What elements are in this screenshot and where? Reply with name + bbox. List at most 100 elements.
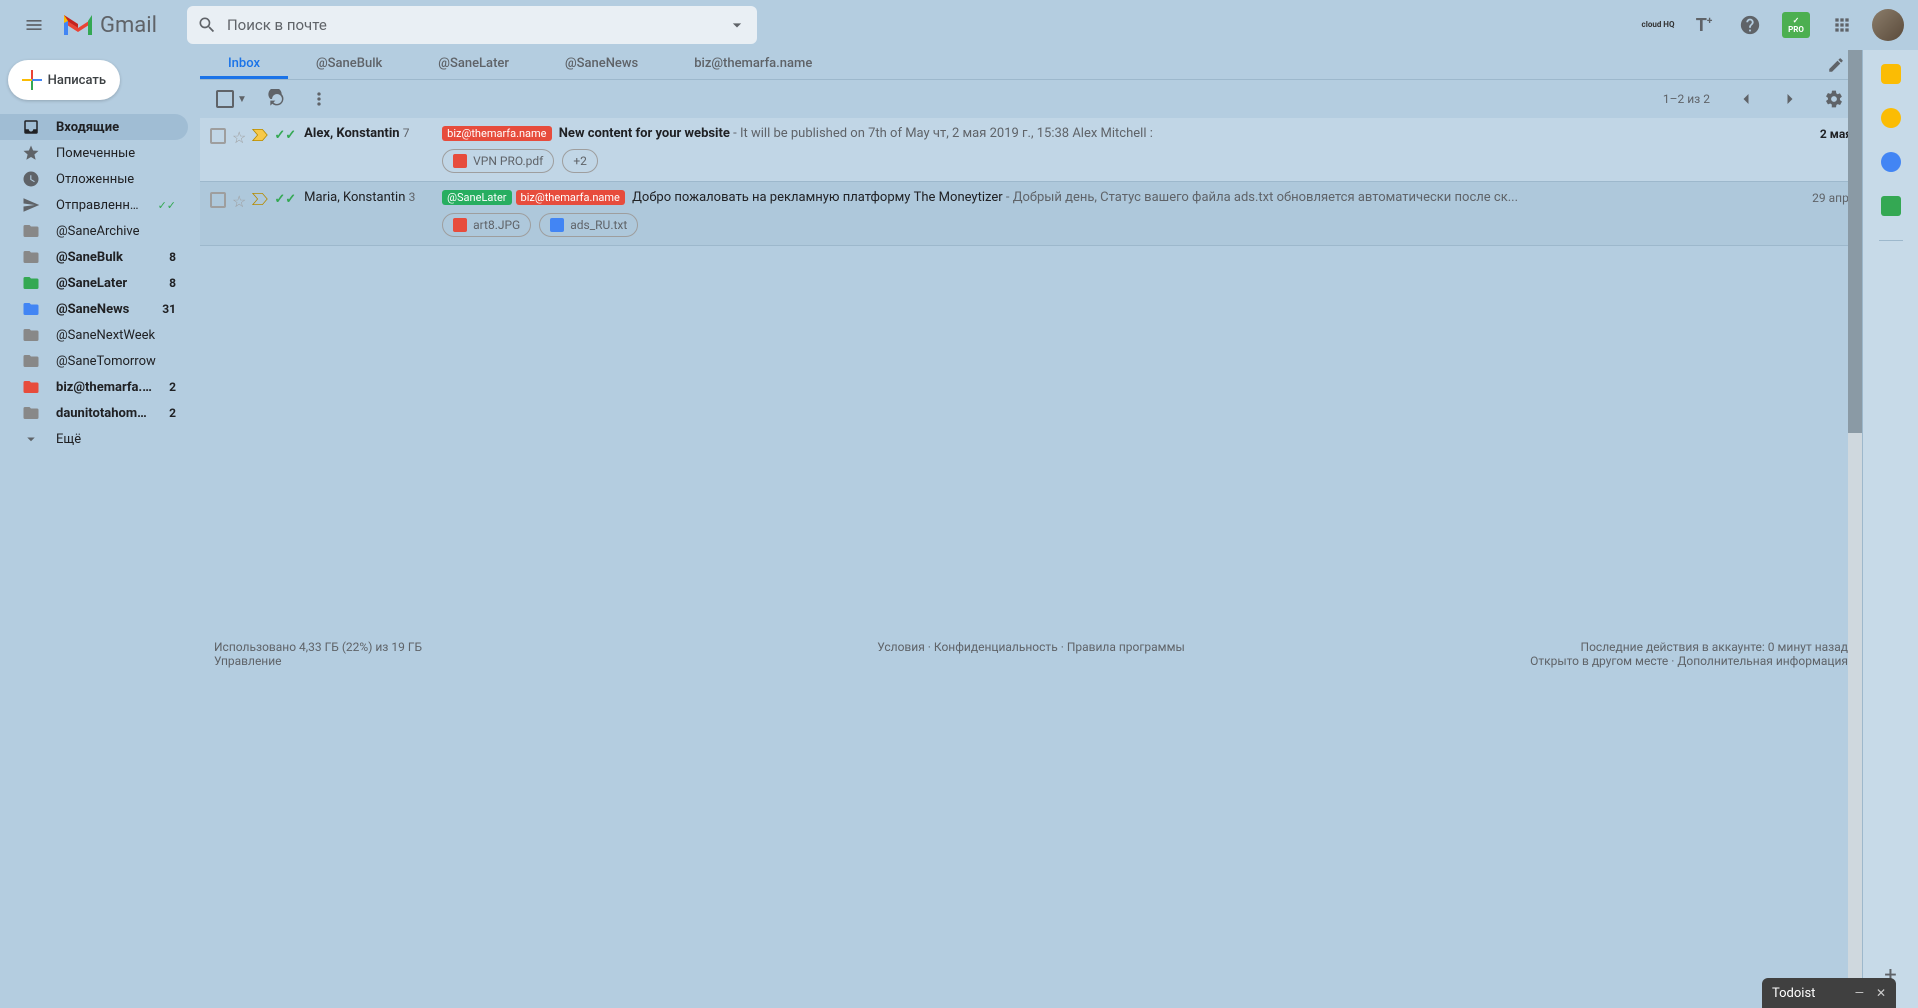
main-menu-button[interactable]	[10, 1, 58, 49]
sidebar-label: Отложенные	[56, 172, 176, 187]
sidebar-item-помеченные[interactable]: Помеченные	[0, 140, 188, 166]
tab-inbox[interactable]: Inbox	[200, 50, 288, 79]
attachments-row: art8.JPG ads_RU.txt	[442, 213, 1852, 237]
header: Gmail cloud HQ T+ ✓PRO	[0, 0, 1918, 50]
email-row[interactable]: ☆✓✓Maria, Konstantin 3@SaneLaterbiz@them…	[200, 182, 1862, 246]
gmail-m-icon	[62, 13, 94, 37]
text-format-button[interactable]: T+	[1684, 5, 1724, 45]
sidebar-item--sanenextweek[interactable]: @SaneNextWeek	[0, 322, 188, 348]
details-link[interactable]: Дополнительная информация	[1677, 654, 1848, 668]
sidebar-item-biz-themarfa-name[interactable]: biz@themarfa.name2	[0, 374, 188, 400]
sidebar-item-daunitotahomas-m---[interactable]: daunitotahomas@m...2	[0, 400, 188, 426]
attachment-name: ads_RU.txt	[570, 218, 627, 232]
label-chip[interactable]: biz@themarfa.name	[442, 126, 551, 141]
attachment-chip[interactable]: ads_RU.txt	[539, 213, 638, 237]
calendar-addon[interactable]	[1881, 64, 1901, 84]
keep-addon[interactable]	[1881, 108, 1901, 128]
attachment-chip[interactable]: +2	[562, 149, 598, 173]
attachments-row: VPN PRO.pdf +2	[442, 149, 1852, 173]
search-box[interactable]	[187, 6, 757, 44]
send-icon	[22, 196, 40, 214]
apps-grid-icon	[1832, 15, 1852, 35]
sidebar-item--sanelater[interactable]: @SaneLater8	[0, 270, 188, 296]
account-avatar[interactable]	[1868, 5, 1908, 45]
search-icon	[197, 15, 217, 35]
more-button[interactable]	[301, 81, 337, 117]
prev-page-button[interactable]	[1728, 81, 1764, 117]
addon-4[interactable]	[1881, 196, 1901, 216]
sidebar-item-отправленные[interactable]: Отправленные✓✓	[0, 192, 188, 218]
refresh-button[interactable]	[259, 81, 295, 117]
email-content: biz@themarfa.name New content for your w…	[442, 126, 1810, 141]
sidebar-label: Ещё	[56, 432, 176, 447]
tab-biz-themarfa-name[interactable]: biz@themarfa.name	[666, 50, 840, 79]
label-chip[interactable]: @SaneLater	[442, 190, 511, 205]
close-icon[interactable]: ✕	[1876, 986, 1886, 1000]
attachment-name: VPN PRO.pdf	[473, 154, 543, 168]
compose-button[interactable]: Написать	[8, 60, 120, 100]
folder-icon	[22, 378, 40, 396]
sidebar-item--sanearchive[interactable]: @SaneArchive	[0, 218, 188, 244]
sidebar-item--sanebulk[interactable]: @SaneBulk8	[0, 244, 188, 270]
tab--sanelater[interactable]: @SaneLater	[410, 50, 537, 79]
help-button[interactable]	[1730, 5, 1770, 45]
search-options-icon[interactable]	[727, 15, 747, 35]
attachment-chip[interactable]: art8.JPG	[442, 213, 531, 237]
attachment-chip[interactable]: VPN PRO.pdf	[442, 149, 554, 173]
page-info: 1–2 из 2	[1663, 92, 1710, 106]
program-link[interactable]: Правила программы	[1067, 640, 1185, 654]
vertical-scrollbar[interactable]	[1848, 50, 1862, 1008]
tasks-addon[interactable]	[1881, 152, 1901, 172]
apps-button[interactable]	[1822, 5, 1862, 45]
todoist-widget[interactable]: Todoist — ✕	[1762, 978, 1896, 1008]
terms-link[interactable]: Условия	[877, 640, 925, 654]
folder-icon	[22, 222, 40, 240]
sidebar-item--sanetomorrow[interactable]: @SaneTomorrow	[0, 348, 188, 374]
next-page-button[interactable]	[1772, 81, 1808, 117]
add-note-button[interactable]	[1824, 53, 1848, 77]
sidebar-item--sanenews[interactable]: @SaneNews31	[0, 296, 188, 322]
importance-marker[interactable]	[252, 128, 268, 142]
email-row[interactable]: ☆✓✓Alex, Konstantin 7biz@themarfa.name N…	[200, 118, 1862, 182]
sidebar-count: 2	[169, 406, 176, 420]
tab--sanebulk[interactable]: @SaneBulk	[288, 50, 410, 79]
scrollbar-thumb[interactable]	[1848, 50, 1862, 433]
label-chip[interactable]: biz@themarfa.name	[516, 190, 625, 205]
open-elsewhere-link[interactable]: Открыто в другом месте	[1530, 654, 1668, 668]
row-checkbox[interactable]	[210, 192, 226, 208]
clock-icon	[22, 170, 40, 188]
privacy-link[interactable]: Конфиденциальность	[934, 640, 1058, 654]
chevron-right-icon	[1780, 89, 1800, 109]
tab--sanenews[interactable]: @SaneNews	[537, 50, 666, 79]
row-checkbox[interactable]	[210, 128, 226, 144]
folder-icon	[22, 326, 40, 344]
gear-icon	[1824, 89, 1844, 109]
sidebar-item-входящие[interactable]: Входящие	[0, 114, 188, 140]
sidebar-item-ещ-[interactable]: Ещё	[0, 426, 188, 452]
gmail-text: Gmail	[100, 13, 157, 38]
minimize-icon[interactable]: —	[1855, 986, 1864, 1000]
sidebar-label: @SaneTomorrow	[56, 354, 176, 369]
manage-link[interactable]: Управление	[214, 654, 282, 668]
sidebar-label: @SaneBulk	[56, 250, 153, 265]
sidebar-count: 2	[169, 380, 176, 394]
pro-badge[interactable]: ✓PRO	[1776, 5, 1816, 45]
search-input[interactable]	[227, 16, 727, 34]
note-icon	[1827, 56, 1845, 74]
importance-marker[interactable]	[252, 192, 268, 206]
select-all-checkbox[interactable]: ▼	[210, 84, 253, 114]
folder-icon	[22, 274, 40, 292]
help-icon	[1739, 14, 1761, 36]
star-icon	[22, 144, 40, 162]
chevron-down-icon: ▼	[237, 94, 247, 105]
storage-text: Использовано 4,33 ГБ (22%) из 19 ГБ	[214, 640, 759, 654]
sidebar-item-отложенные[interactable]: Отложенные	[0, 166, 188, 192]
compose-label: Написать	[48, 73, 106, 88]
settings-button[interactable]	[1816, 81, 1852, 117]
sidebar-count: 31	[162, 302, 176, 316]
toolbar: ▼ 1–2 из 2	[200, 80, 1862, 118]
star-button[interactable]: ☆	[232, 192, 246, 211]
cloudhq-badge[interactable]: cloud HQ	[1638, 5, 1678, 45]
gmail-logo[interactable]: Gmail	[62, 13, 157, 38]
star-button[interactable]: ☆	[232, 128, 246, 147]
